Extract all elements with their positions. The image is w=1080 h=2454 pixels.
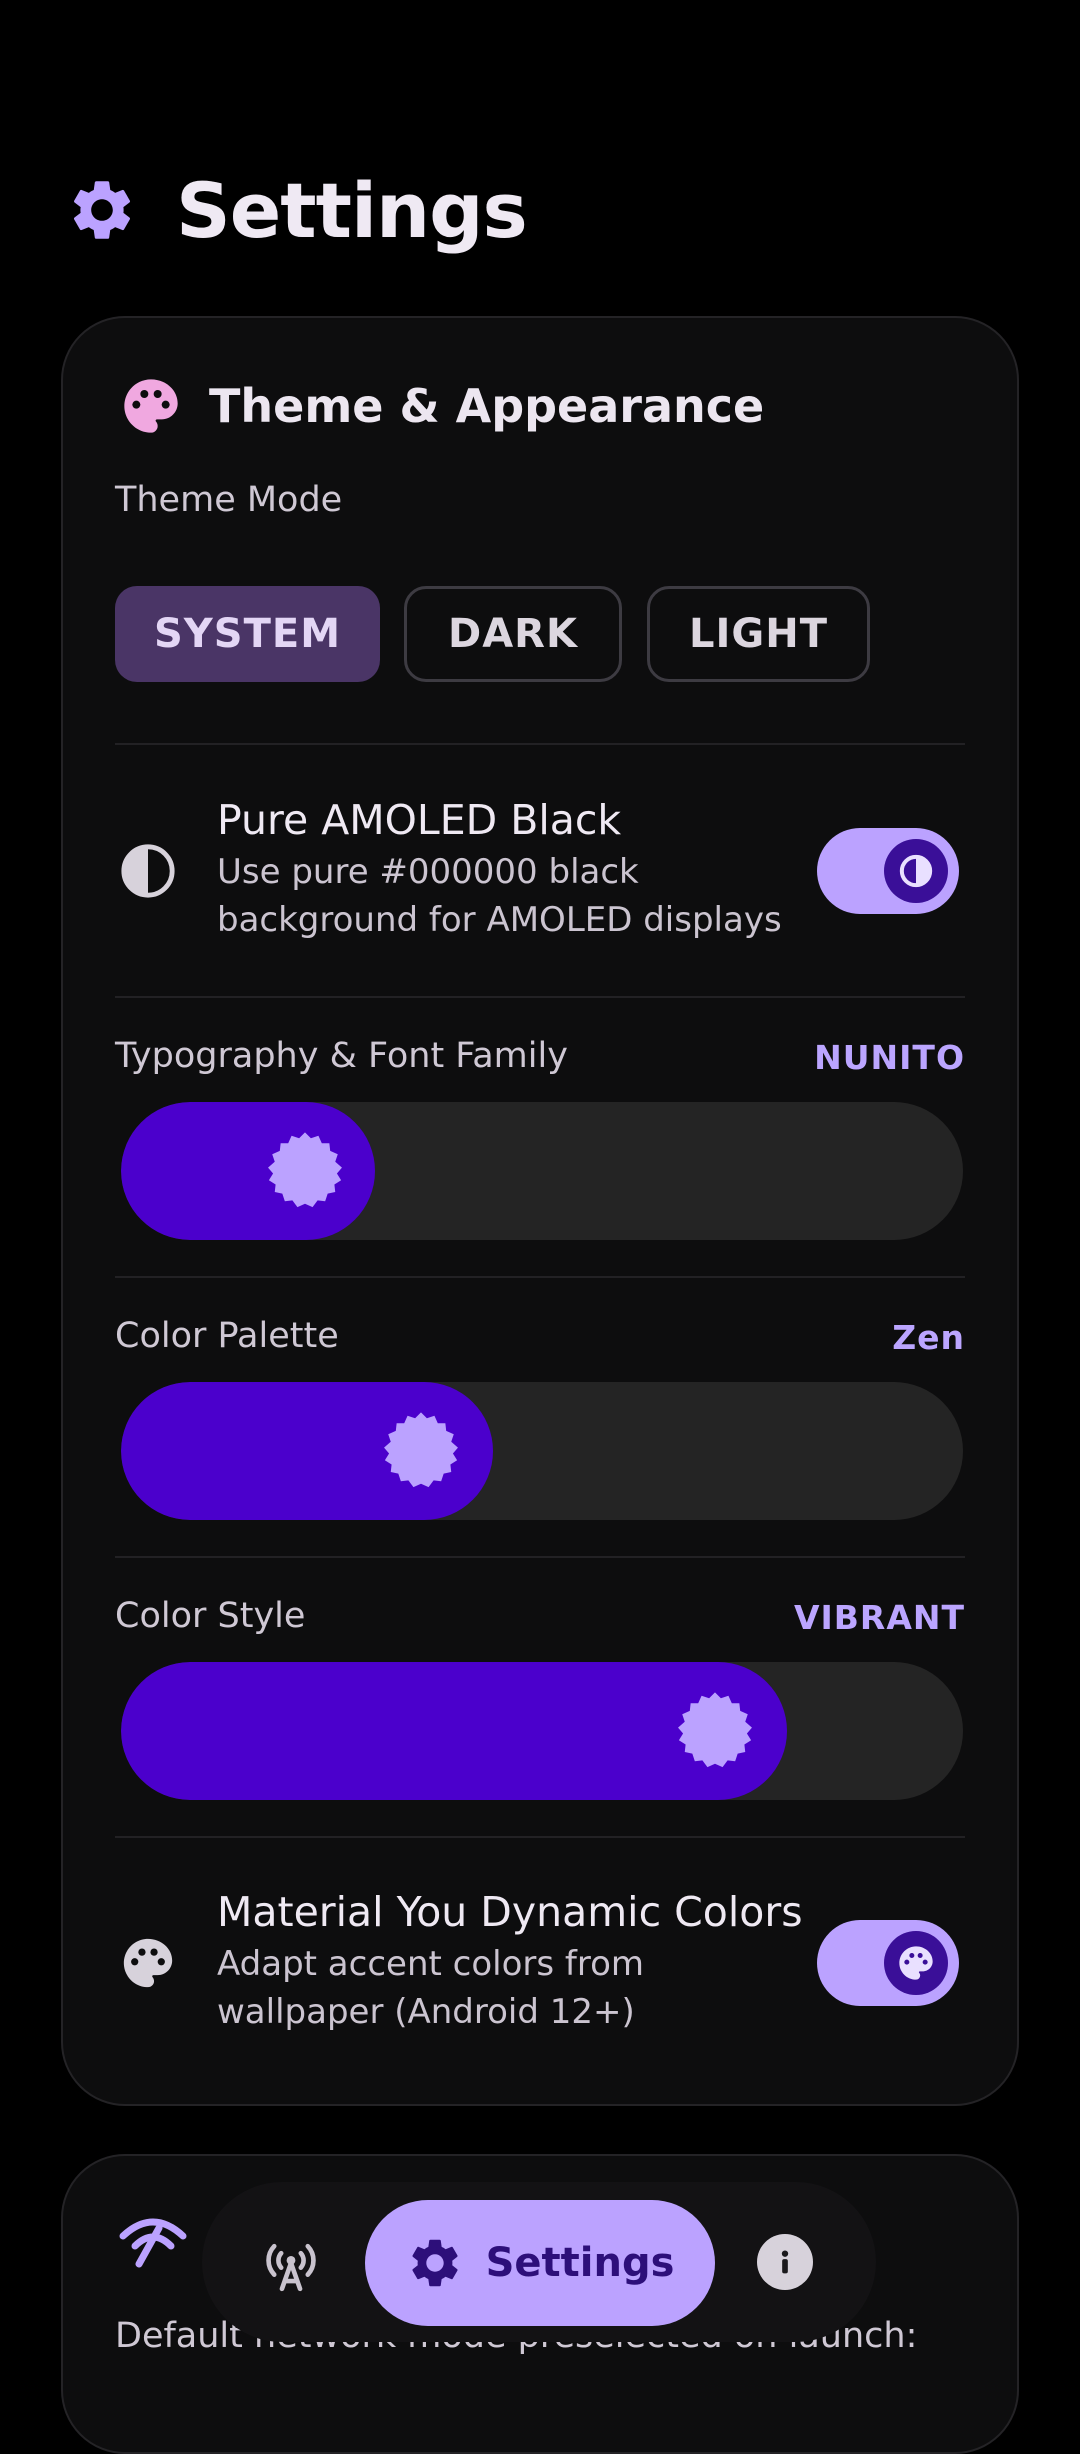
- palette-label: Color Palette: [115, 1316, 339, 1356]
- radio-tower-icon: [266, 2243, 316, 2292]
- bottom-navigation: Settings: [202, 2182, 876, 2342]
- amoled-toggle[interactable]: [817, 828, 959, 914]
- typography-value: NUNITO: [814, 1038, 965, 1077]
- divider: [115, 1276, 965, 1278]
- palette-icon: [123, 1938, 173, 1988]
- palette-icon: [899, 1946, 933, 1980]
- gear-icon: [412, 2239, 458, 2287]
- divider: [115, 1836, 965, 1838]
- dynamic-colors-title: Material You Dynamic Colors: [217, 1888, 803, 1936]
- theme-mode-system-button[interactable]: SYSTEM: [115, 586, 380, 682]
- style-value: VIBRANT: [793, 1598, 965, 1637]
- dynamic-colors-subtitle: Adapt accent colors from wallpaper (Andr…: [217, 1944, 644, 2032]
- nav-settings-label: Settings: [485, 2240, 675, 2286]
- contrast-icon: [899, 854, 933, 888]
- toggle-knob: [884, 839, 948, 903]
- dynamic-colors-toggle[interactable]: [817, 1920, 959, 2006]
- palette-slider[interactable]: [121, 1382, 963, 1520]
- theme-appearance-card: Theme & Appearance Theme Mode SYSTEM DAR…: [61, 316, 1019, 2106]
- slider-thumb[interactable]: [379, 1409, 463, 1493]
- slider-thumb[interactable]: [673, 1689, 757, 1773]
- amoled-subtitle: Use pure #000000 black background for AM…: [217, 852, 782, 940]
- info-icon: [781, 2250, 789, 2274]
- gear-icon: [73, 181, 131, 239]
- nav-info-button[interactable]: [757, 2234, 813, 2290]
- palette-icon: [124, 379, 178, 433]
- theme-mode-dark-button[interactable]: DARK: [404, 586, 622, 682]
- page-title: Settings: [176, 165, 528, 255]
- card-title: Theme & Appearance: [209, 379, 765, 433]
- typography-slider[interactable]: [121, 1102, 963, 1240]
- nav-radio-button[interactable]: [254, 2226, 328, 2300]
- network-icon: [119, 2218, 187, 2268]
- divider: [115, 743, 965, 745]
- divider: [115, 1556, 965, 1558]
- amoled-title: Pure AMOLED Black: [217, 796, 622, 844]
- slider-thumb[interactable]: [263, 1129, 347, 1213]
- theme-mode-light-button[interactable]: LIGHT: [647, 586, 870, 682]
- theme-mode-label: Theme Mode: [115, 480, 343, 520]
- typography-label: Typography & Font Family: [115, 1036, 568, 1076]
- style-label: Color Style: [115, 1596, 306, 1636]
- toggle-knob: [884, 1931, 948, 1995]
- contrast-icon: [121, 844, 175, 898]
- nav-settings-button[interactable]: Settings: [365, 2200, 715, 2326]
- style-slider[interactable]: [121, 1662, 963, 1800]
- card-heading: Theme & Appearance: [119, 374, 764, 438]
- palette-value: Zen: [892, 1318, 965, 1357]
- divider: [115, 996, 965, 998]
- page-header: Settings: [66, 160, 528, 260]
